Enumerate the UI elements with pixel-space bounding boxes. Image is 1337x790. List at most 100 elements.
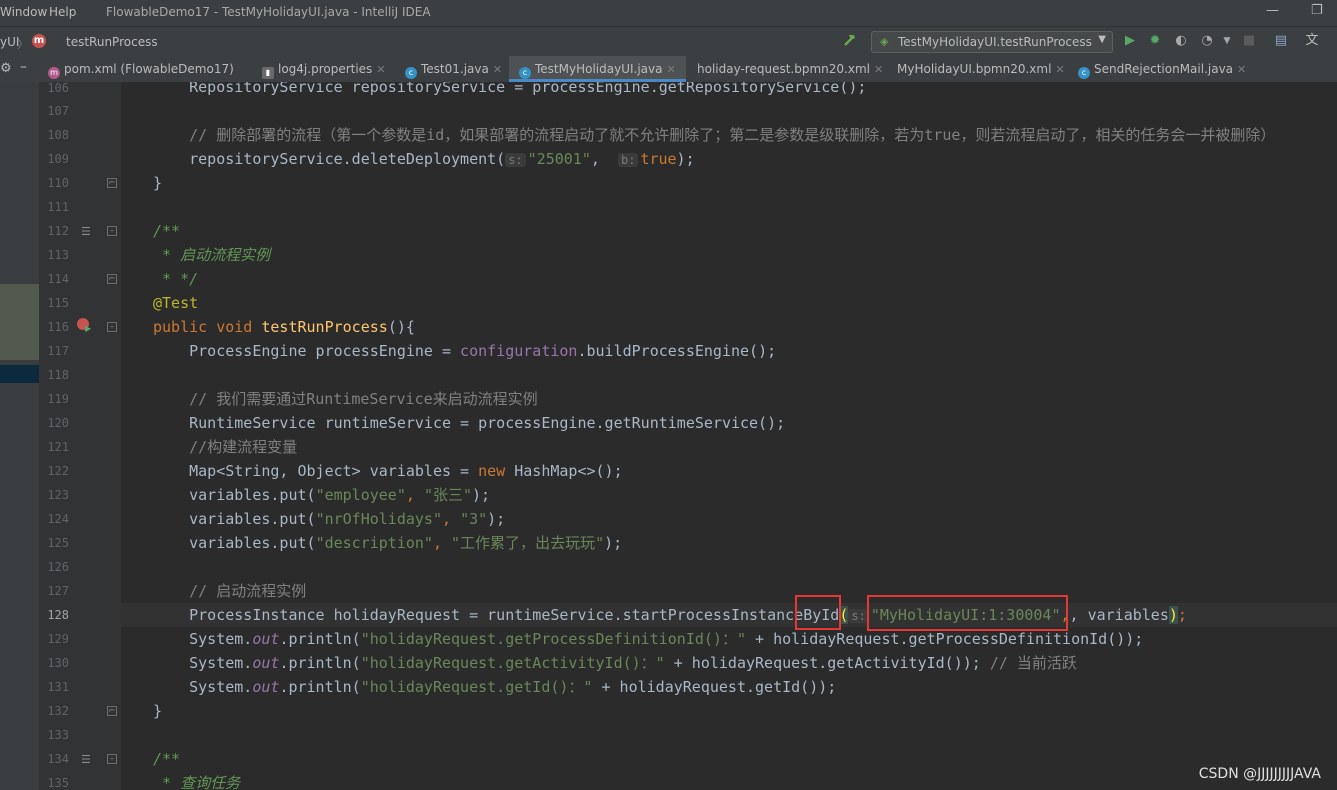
line-number: 135 — [47, 776, 69, 790]
line-number: 133 — [47, 728, 69, 742]
fold-end-icon[interactable]: ⌐ — [107, 706, 117, 716]
code-text: variables.put( — [153, 510, 316, 528]
current-item-highlight — [0, 365, 39, 383]
code-text: repositoryService.deleteDeployment( — [153, 150, 506, 168]
render-doc-icon[interactable]: ☰ — [81, 225, 91, 238]
code-line-130: System.out.println("holidayRequest.getAc… — [153, 651, 1077, 675]
string-literal: "holidayRequest.getId()：" — [360, 678, 593, 696]
navigation-bar: yUI 〉 m testRunProcess ◈ TestMyHolidayUI… — [0, 26, 1337, 57]
line-number: 115 — [47, 296, 69, 310]
project-structure-icon[interactable]: ▤ — [1272, 32, 1290, 50]
code-line-121: //构建流程变量 — [153, 438, 298, 456]
close-icon[interactable]: ✕ — [493, 63, 502, 76]
static-field: out — [252, 630, 280, 648]
code-text: System. — [153, 630, 253, 648]
line-number: 108 — [47, 128, 69, 142]
translate-icon[interactable]: 文 — [1303, 32, 1321, 50]
build-hammer-icon[interactable] — [841, 32, 859, 50]
java-class-icon: c — [405, 67, 417, 79]
render-doc-icon[interactable]: ☰ — [81, 753, 91, 766]
watermark: CSDN @JJJJJJJJJAVA — [1198, 766, 1321, 782]
tab-pom-xml[interactable]: m pom.xml (FlowableDemo17) — [48, 56, 234, 82]
line-number: 112 — [47, 224, 69, 238]
code-line-106: RepositoryService repositoryService = pr… — [153, 82, 867, 96]
code-line-113: * 启动流程实例 — [153, 246, 271, 264]
run-configuration-select[interactable]: ◈ TestMyHolidayUI.testRunProcess ▼ — [871, 31, 1113, 53]
close-icon[interactable]: ✕ — [666, 63, 675, 76]
line-number: 107 — [47, 104, 69, 118]
close-icon[interactable]: ✕ — [376, 63, 385, 76]
tab-label: MyHolidayUI.bpmn20.xml — [897, 62, 1052, 76]
menu-bar: Window Help FlowableDemo17 - TestMyHolid… — [0, 0, 1337, 26]
line-number: 111 — [47, 200, 69, 214]
code-text: (){ — [387, 318, 415, 336]
line-number: 134 — [47, 752, 69, 766]
code-text: Map<String, Object> variables = — [153, 462, 479, 480]
fold-start-icon[interactable]: – — [107, 226, 117, 236]
string-literal: "employee" — [315, 486, 406, 504]
play-icon: ▶ — [85, 324, 92, 333]
maven-icon: m — [48, 67, 60, 79]
string-literal: "张三" — [423, 486, 472, 504]
line-number: 113 — [47, 248, 69, 262]
fold-start-icon[interactable]: – — [107, 322, 117, 332]
line-number: 132 — [47, 704, 69, 718]
debug-icon[interactable]: ✹ — [1146, 32, 1164, 50]
static-field: out — [252, 678, 280, 696]
close-icon[interactable]: ✕ — [874, 63, 883, 76]
line-number: 106 — [47, 82, 69, 94]
close-icon[interactable]: ✕ — [1055, 63, 1064, 76]
code-line-110: } — [153, 174, 163, 192]
menu-window[interactable]: Window — [0, 5, 47, 19]
run-icon[interactable]: ▶ — [1121, 32, 1139, 50]
line-number: 130 — [47, 656, 69, 670]
tab-sendrejectionmail-java[interactable]: c SendRejectionMail.java ✕ — [1078, 56, 1246, 82]
code-text: + holidayRequest.getProcessDefinitionId(… — [745, 630, 1144, 648]
code-text: HashMap<>(); — [505, 462, 623, 480]
test-config-icon: ◈ — [880, 35, 889, 48]
code-editor[interactable]: RepositoryService repositoryService = pr… — [121, 82, 1337, 790]
settings-gear-icon[interactable]: ⚙ — [0, 61, 12, 76]
close-icon[interactable]: ✕ — [1237, 63, 1246, 76]
code-text: + holidayRequest.getId()); — [592, 678, 837, 696]
java-class-icon: c — [1078, 67, 1090, 79]
string-literal: "description" — [315, 534, 433, 552]
code-text: ProcessEngine processEngine = — [153, 342, 461, 360]
minimize-button[interactable]: — — [1266, 3, 1279, 18]
fold-end-icon[interactable]: ⌐ — [107, 274, 117, 284]
code-text: variables.put( — [153, 486, 316, 504]
method-name: testRunProcess — [261, 318, 388, 336]
profile-icon[interactable]: ◔ — [1198, 32, 1216, 50]
keyword: true — [640, 150, 677, 168]
code-line-108: // 删除部署的流程（第一个参数是id，如果部署的流程启动了就不允许删除了；第二… — [153, 126, 1276, 144]
java-class-icon: c — [519, 67, 531, 79]
restore-button[interactable]: ❐ — [1311, 3, 1323, 18]
string-literal: "nrOfHolidays" — [315, 510, 442, 528]
keyword: public — [153, 318, 208, 336]
keyword: void — [216, 318, 253, 336]
tab-holiday-request-bpmn[interactable]: holiday-request.bpmn20.xml ✕ — [697, 56, 883, 82]
collapse-icon[interactable]: – — [20, 59, 27, 75]
line-number: 131 — [47, 680, 69, 694]
string-literal: "holidayRequest.getProcessDefinitionId()… — [360, 630, 746, 648]
code-line-127: // 启动流程实例 — [153, 582, 307, 600]
fold-end-icon[interactable]: ⌐ — [107, 178, 117, 188]
line-number: 120 — [47, 416, 69, 430]
stop-icon[interactable]: ■ — [1240, 32, 1258, 50]
code-line-125: variables.put("description", "工作累了，出去玩玩"… — [153, 534, 623, 552]
coverage-icon[interactable]: ◐ — [1172, 32, 1190, 50]
param-hint: s: — [505, 153, 526, 167]
code-text: variables.put( — [153, 534, 316, 552]
project-tool-window[interactable] — [0, 82, 39, 790]
menu-help[interactable]: Help — [49, 5, 76, 19]
string-literal: "holidayRequest.getActivityId()：" — [360, 654, 665, 672]
tab-testmyholidayui-java[interactable]: c TestMyHolidayUI.java ✕ — [509, 56, 686, 82]
breadcrumb-method[interactable]: testRunProcess — [66, 35, 158, 49]
editor-gutter[interactable]: 106 107 108 109 110 111 112 113 114 115 … — [39, 82, 121, 790]
more-run-options-icon[interactable]: ▼ — [1218, 32, 1236, 50]
annotation-box-byid — [795, 595, 841, 630]
fold-start-icon[interactable]: – — [107, 754, 117, 764]
tab-test01-java[interactable]: c Test01.java ✕ — [405, 56, 502, 82]
tab-myholidayui-bpmn[interactable]: MyHolidayUI.bpmn20.xml ✕ — [897, 56, 1065, 82]
tab-log4j-properties[interactable]: ▮ log4j.properties ✕ — [262, 56, 386, 82]
